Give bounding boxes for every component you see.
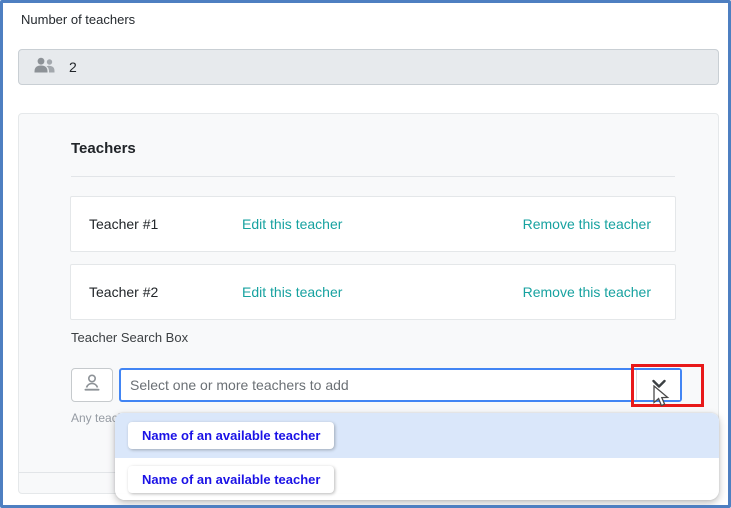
teacher-dropdown-list: Name of an available teacher Name of an … [115, 413, 719, 500]
dropdown-option-2[interactable]: Name of an available teacher [115, 458, 719, 500]
number-of-teachers-label: Number of teachers [21, 12, 135, 27]
dropdown-toggle-button[interactable] [636, 370, 680, 400]
teacher-row-2: Teacher #2 Edit this teacher Remove this… [70, 264, 676, 320]
teacher-option-chip[interactable]: Name of an available teacher [128, 422, 334, 449]
teacher-name: Teacher #2 [89, 284, 242, 300]
person-icon [82, 374, 102, 397]
number-of-teachers-value: 2 [69, 59, 77, 75]
select-placeholder[interactable]: Select one or more teachers to add [121, 370, 636, 400]
teacher-search-select[interactable]: Select one or more teachers to add [119, 368, 682, 402]
people-group-icon [33, 57, 56, 78]
teacher-search-box-label: Teacher Search Box [71, 330, 188, 345]
remove-teacher-link[interactable]: Remove this teacher [523, 284, 651, 300]
edit-teacher-link[interactable]: Edit this teacher [242, 284, 342, 300]
edit-teacher-link[interactable]: Edit this teacher [242, 216, 342, 232]
number-of-teachers-field[interactable]: 2 [18, 49, 719, 85]
screenshot-frame: Number of teachers 2 Teachers Teacher #1… [0, 0, 731, 508]
chevron-down-icon [651, 376, 667, 394]
teacher-name: Teacher #1 [89, 216, 242, 232]
remove-teacher-link[interactable]: Remove this teacher [523, 216, 651, 232]
dropdown-option-1[interactable]: Name of an available teacher [115, 413, 719, 458]
teacher-row-1: Teacher #1 Edit this teacher Remove this… [70, 196, 676, 252]
teachers-heading: Teachers [71, 140, 136, 157]
teacher-icon-box [71, 368, 113, 402]
panel-bottom-divider [19, 472, 116, 473]
teacher-option-chip[interactable]: Name of an available teacher [128, 466, 334, 493]
heading-divider [71, 176, 675, 177]
